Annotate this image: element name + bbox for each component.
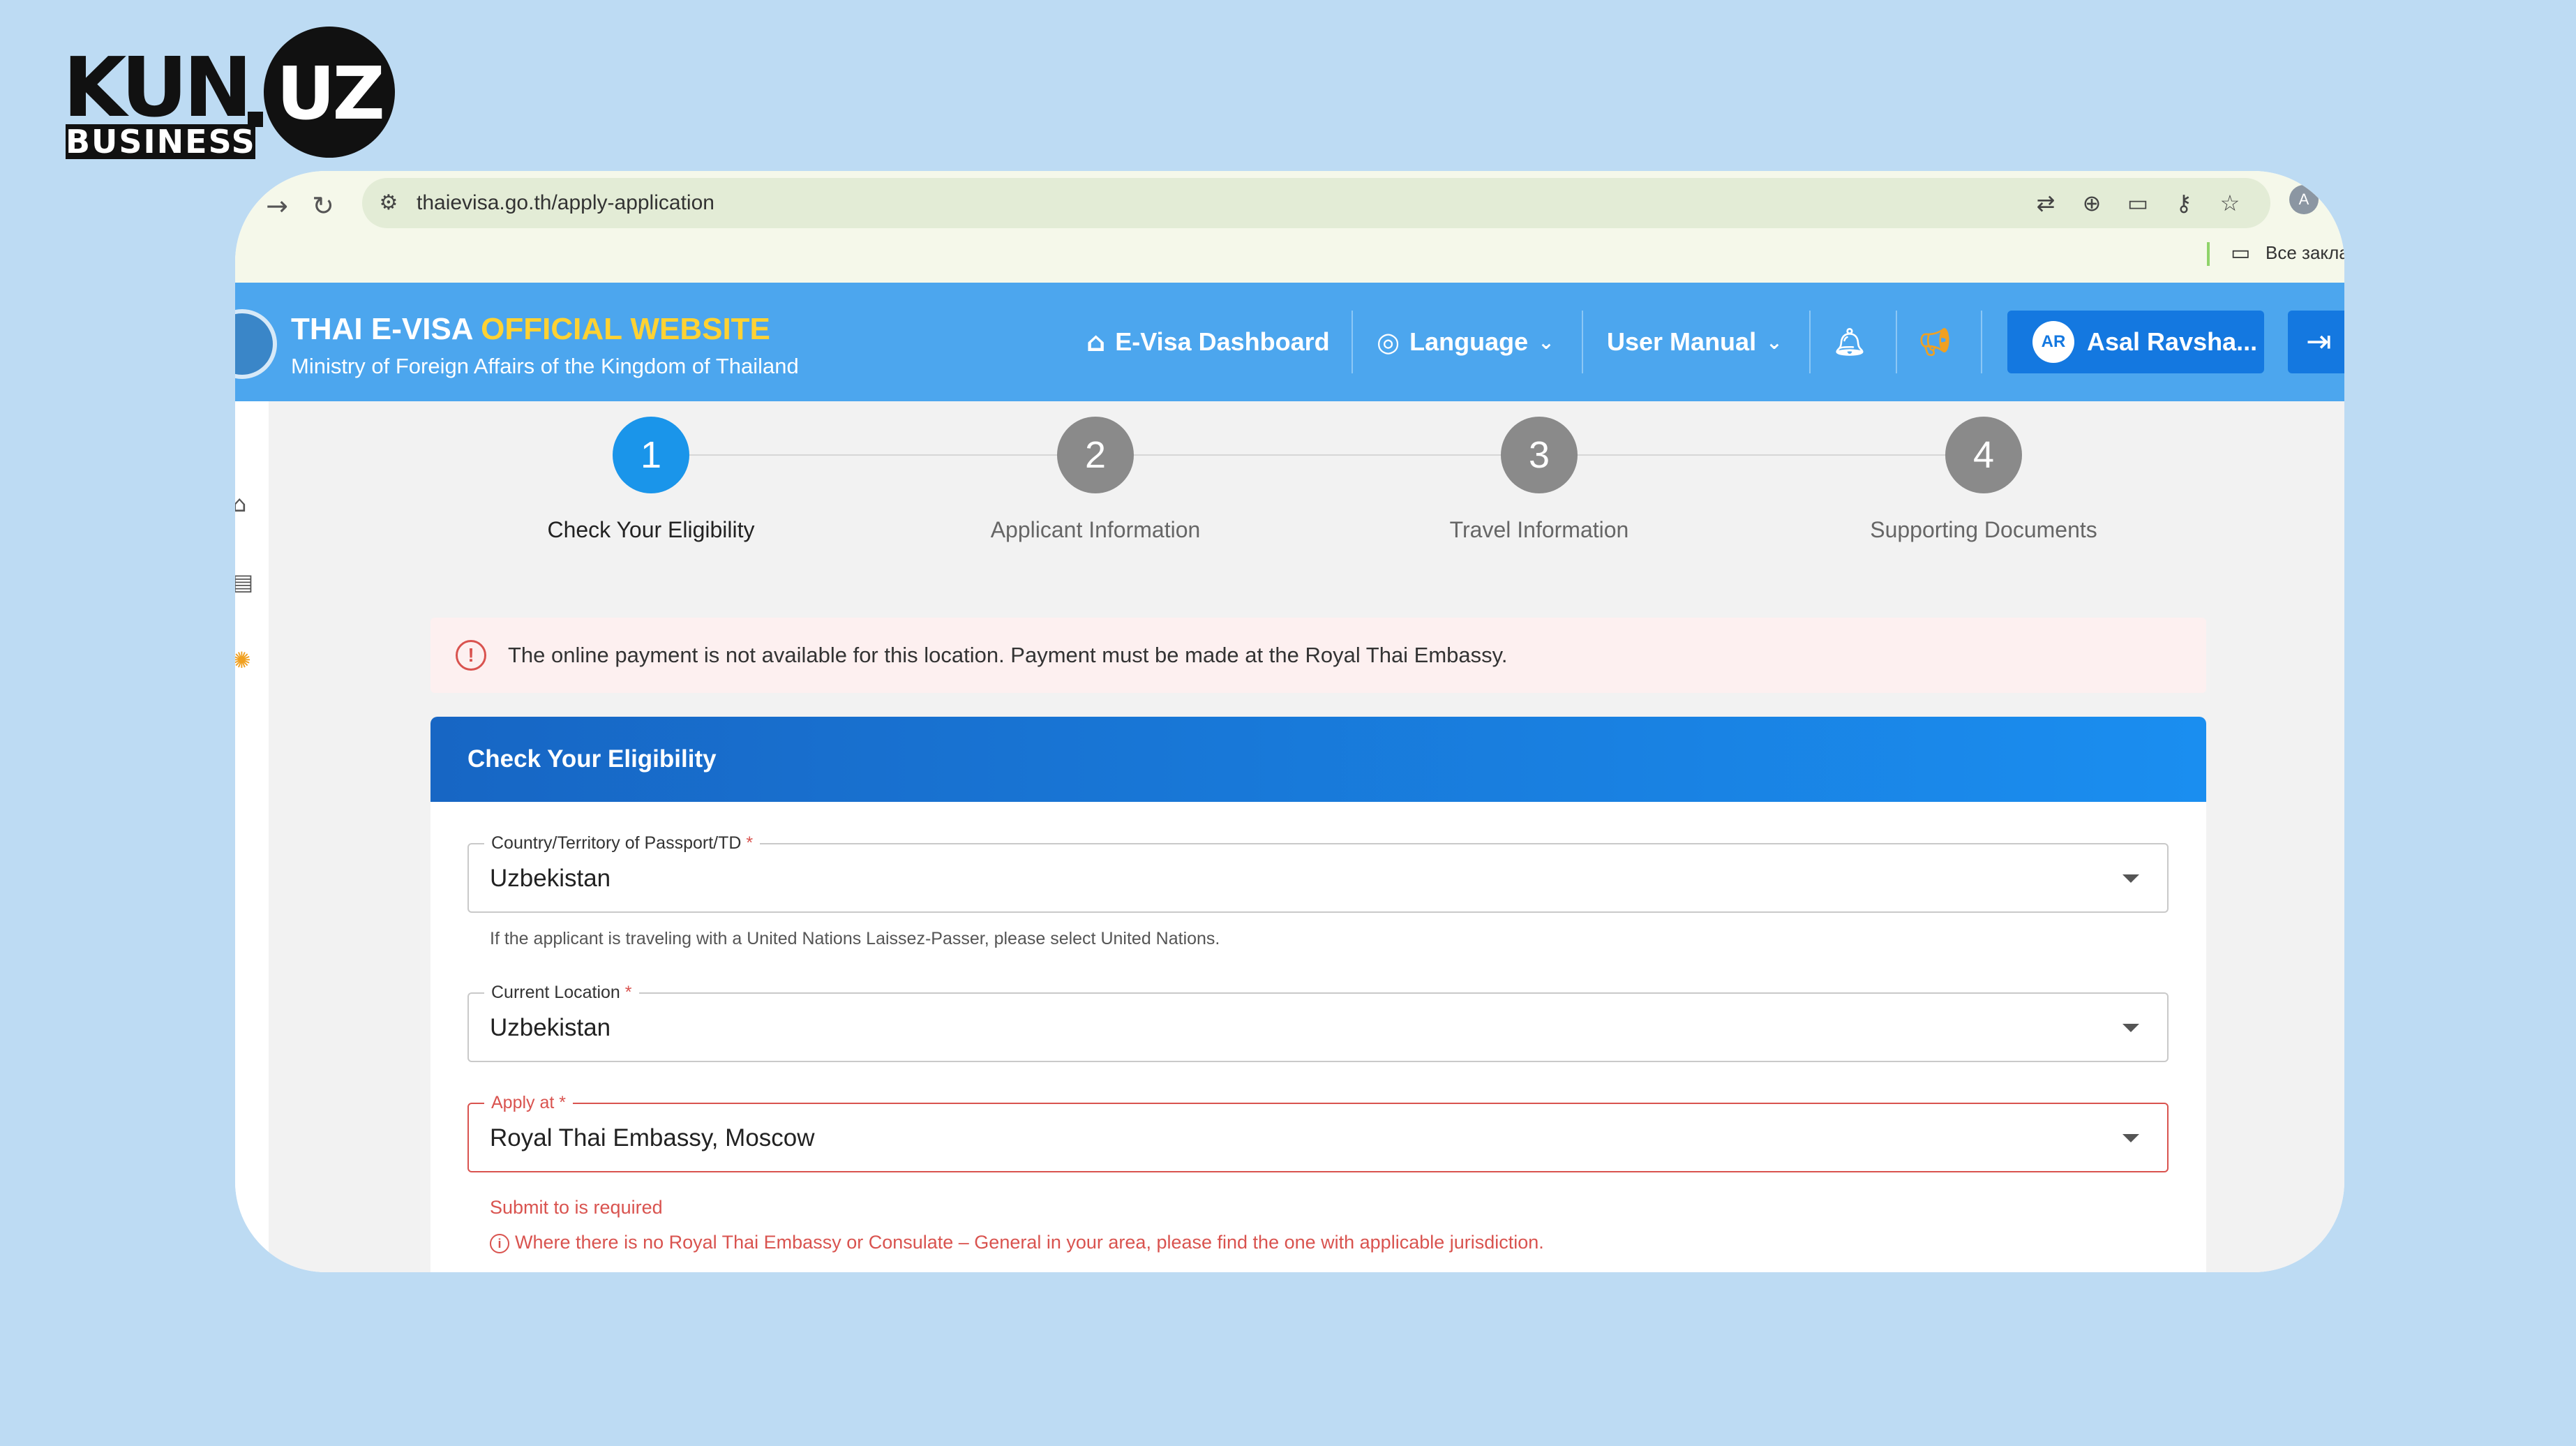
alert-warning-icon: !	[456, 640, 486, 671]
step-3[interactable]: 3 Travel Information	[1393, 417, 1686, 543]
step-2-label: Applicant Information	[990, 517, 1201, 542]
browser-window: → ↻ ⚙ thaievisa.go.th/apply-application …	[235, 171, 2344, 1272]
site-subtitle: Ministry of Foreign Affairs of the Kingd…	[291, 354, 799, 378]
step-1-number: 1	[613, 417, 689, 493]
reload-icon[interactable]: ↻	[302, 185, 344, 227]
step-2-number: 2	[1057, 417, 1134, 493]
alert-text: The online payment is not available for …	[508, 643, 1508, 667]
dropdown-caret-icon	[2122, 874, 2139, 883]
header-divider	[1809, 311, 1811, 373]
key-icon[interactable]: ⚷	[2171, 190, 2196, 216]
profile-avatar[interactable]: A	[2289, 185, 2319, 214]
home-icon: ⌂	[1086, 327, 1106, 357]
site-header: THAI E-VISA OFFICIAL WEBSITE Ministry of…	[235, 283, 2344, 401]
apply-at-error: Submit to is required	[490, 1197, 663, 1218]
star-icon[interactable]: ☆	[2217, 190, 2242, 216]
step-3-number: 3	[1501, 417, 1578, 493]
kun-uz-business-logo: KUN UZ BUSINESS	[63, 27, 398, 166]
sidebar-document-icon[interactable]: ▤	[235, 569, 253, 595]
browser-toolbar: → ↻ ⚙ thaievisa.go.th/apply-application …	[235, 171, 2344, 283]
nav-dashboard-label: E-Visa Dashboard	[1115, 327, 1330, 356]
logo-kun-text: KUN	[63, 39, 253, 135]
main-content: ⌂ ▤ ✺ 1 Check Your Eligibility 2 Applica…	[235, 401, 2344, 1272]
chevron-down-icon: ⌄	[1766, 330, 1783, 354]
apply-at-value: Royal Thai Embassy, Moscow	[490, 1124, 815, 1151]
payment-alert: ! The online payment is not available fo…	[430, 618, 2206, 693]
header-divider	[1981, 311, 1982, 373]
site-settings-icon[interactable]: ⚙	[375, 189, 403, 217]
stepper-track	[651, 454, 1963, 456]
sidebar-megaphone-icon[interactable]: ✺	[235, 647, 251, 673]
translate-icon[interactable]: ⇄	[2033, 190, 2058, 216]
nav-language-label: Language	[1409, 327, 1529, 356]
sidebar-rail: ⌂ ▤ ✺	[235, 401, 269, 1272]
notifications-button[interactable]: 🔔︎	[1833, 283, 1866, 401]
user-avatar: AR	[2032, 321, 2074, 363]
apply-at-select[interactable]: Apply at * Royal Thai Embassy, Moscow	[467, 1093, 2169, 1172]
passport-country-value: Uzbekistan	[490, 865, 611, 892]
bookmarks-folder-label[interactable]: Все заклад	[2266, 242, 2344, 264]
header-divider	[1582, 311, 1583, 373]
current-location-value: Uzbekistan	[490, 1014, 611, 1041]
step-1[interactable]: 1 Check Your Eligibility	[504, 417, 797, 543]
address-bar-actions: ⇄ ⊕ ▭ ⚷ ☆	[2033, 178, 2242, 228]
site-title-main: THAI E-VISA	[291, 312, 481, 346]
nav-dashboard[interactable]: ⌂ E-Visa Dashboard	[1086, 283, 1330, 401]
nav-language[interactable]: ◎ Language ⌄	[1377, 283, 1555, 401]
passport-country-hint: If the applicant is traveling with a Uni…	[490, 929, 1220, 948]
url-text[interactable]: thaievisa.go.th/apply-application	[417, 178, 714, 228]
site-title-accent: OFFICIAL WEBSITE	[481, 312, 770, 346]
passport-country-select[interactable]: Country/Territory of Passport/TD * Uzbek…	[467, 833, 2169, 913]
megaphone-icon: 📢︎	[1918, 326, 1952, 357]
chevron-down-icon: ⌄	[1538, 330, 1555, 354]
address-bar[interactable]: ⚙ thaievisa.go.th/apply-application ⇄ ⊕ …	[362, 178, 2270, 228]
thai-government-seal-icon	[235, 309, 277, 379]
site-title[interactable]: THAI E-VISA OFFICIAL WEBSITE	[291, 312, 770, 347]
announcements-button[interactable]: 📢︎	[1918, 283, 1952, 401]
bookmark-separator	[2207, 242, 2210, 266]
logo-business-tag: BUSINESS	[66, 123, 256, 161]
step-2[interactable]: 2 Applicant Information	[949, 417, 1242, 543]
logo-uz-text: UZ	[276, 51, 385, 136]
bell-icon: 🔔︎	[1833, 326, 1867, 357]
header-divider	[1351, 311, 1353, 373]
apply-at-info: i Where there is no Royal Thai Embassy or…	[490, 1232, 1544, 1253]
nav-user-manual[interactable]: User Manual ⌄	[1607, 283, 1783, 401]
dropdown-caret-icon	[2122, 1134, 2139, 1142]
eligibility-card: Check Your Eligibility Country/Territory…	[430, 717, 2206, 1272]
step-4-label: Supporting Documents	[1870, 517, 2097, 542]
sidebar-home-icon[interactable]: ⌂	[235, 491, 246, 517]
step-4-number: 4	[1945, 417, 2022, 493]
dropdown-caret-icon	[2122, 1024, 2139, 1032]
nav-user-manual-label: User Manual	[1607, 327, 1757, 356]
cast-icon[interactable]: ▭	[2125, 190, 2150, 216]
card-title: Check Your Eligibility	[467, 745, 717, 773]
globe-icon: ◎	[1377, 327, 1400, 357]
header-divider	[1896, 311, 1897, 373]
user-menu-button[interactable]: AR Asal Ravsha...	[2007, 311, 2264, 373]
forward-icon[interactable]: →	[256, 185, 298, 227]
info-icon: i	[490, 1233, 509, 1253]
logout-icon[interactable]: ⇥	[2288, 311, 2344, 373]
step-1-label: Check Your Eligibility	[547, 517, 755, 542]
zoom-icon[interactable]: ⊕	[2079, 190, 2104, 216]
step-4[interactable]: 4 Supporting Documents	[1837, 417, 2130, 543]
current-location-select[interactable]: Current Location * Uzbekistan	[467, 983, 2169, 1062]
step-3-label: Travel Information	[1449, 517, 1629, 542]
folder-icon[interactable]: ▭	[2231, 241, 2250, 265]
user-name: Asal Ravsha...	[2087, 327, 2258, 356]
